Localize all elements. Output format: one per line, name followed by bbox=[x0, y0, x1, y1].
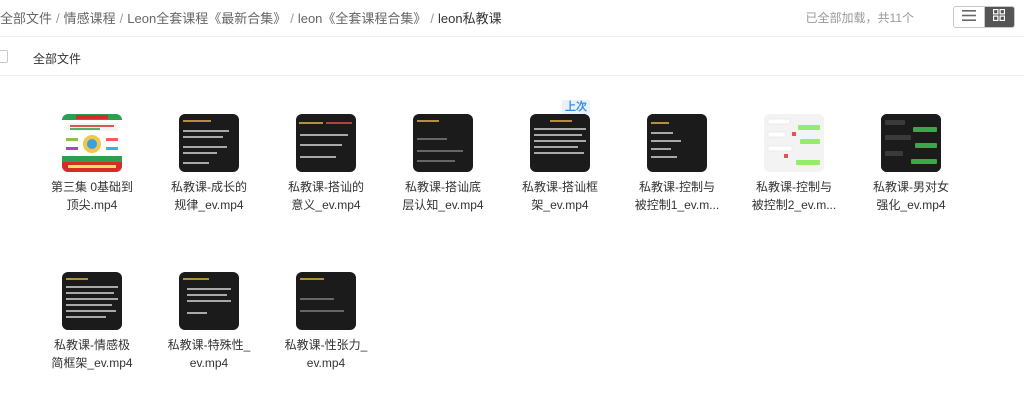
file-name-line: 私教课-情感极 bbox=[54, 338, 130, 352]
file-name-line: 私教课-男对女 bbox=[873, 180, 949, 194]
file-name-line: 被控制1_ev.m... bbox=[634, 198, 720, 212]
file-item[interactable]: 上次 私教课-搭讪框 架_ev.mp4 bbox=[506, 100, 614, 214]
file-name-line: 私教课-性张力_ bbox=[284, 338, 368, 352]
file-name-line: 强化_ev.mp4 bbox=[876, 198, 946, 212]
file-name-line: 顶尖.mp4 bbox=[66, 198, 118, 212]
file-name-line: 私教课-控制与 bbox=[756, 180, 832, 194]
file-name-line: 私教课-成长的 bbox=[171, 180, 247, 194]
file-name: 私教课-男对女 强化_ev.mp4 bbox=[857, 178, 965, 214]
video-thumbnail bbox=[179, 114, 239, 172]
file-item[interactable]: 私教课-控制与 被控制2_ev.m... bbox=[740, 114, 848, 214]
video-thumbnail bbox=[764, 114, 824, 172]
file-item[interactable]: 私教课-搭讪的 意义_ev.mp4 bbox=[272, 114, 380, 214]
video-thumbnail bbox=[296, 272, 356, 330]
file-item[interactable]: 私教课-性张力_ ev.mp4 bbox=[272, 272, 380, 372]
file-name-line: 私教课-搭讪的 bbox=[288, 180, 364, 194]
file-item[interactable]: 私教课-特殊性_ ev.mp4 bbox=[155, 272, 263, 372]
video-thumbnail bbox=[62, 272, 122, 330]
video-thumbnail bbox=[296, 114, 356, 172]
last-viewed-badge: 上次 bbox=[562, 100, 590, 114]
file-name: 私教课-搭讪底 层认知_ev.mp4 bbox=[389, 178, 497, 214]
video-thumbnail bbox=[647, 114, 707, 172]
file-name-line: 私教课-控制与 bbox=[639, 180, 715, 194]
file-name: 私教课-控制与 被控制2_ev.m... bbox=[740, 178, 848, 214]
file-name-line: 私教课-搭讪底 bbox=[405, 180, 481, 194]
video-thumbnail bbox=[62, 114, 122, 172]
file-name-line: 私教课-搭讪框 bbox=[522, 180, 598, 194]
file-name: 私教课-性张力_ ev.mp4 bbox=[272, 336, 380, 372]
file-item[interactable]: 第三集 0基础到 顶尖.mp4 bbox=[38, 114, 146, 214]
file-name-line: ev.mp4 bbox=[306, 356, 346, 370]
file-name: 私教课-控制与 被控制1_ev.m... bbox=[623, 178, 731, 214]
file-name-line: 架_ev.mp4 bbox=[531, 198, 589, 212]
file-name-line: ev.mp4 bbox=[189, 356, 229, 370]
file-name: 私教课-情感极 简框架_ev.mp4 bbox=[38, 336, 146, 372]
file-name: 私教课-搭讪的 意义_ev.mp4 bbox=[272, 178, 380, 214]
file-name: 私教课-特殊性_ ev.mp4 bbox=[155, 336, 263, 372]
file-name-line: 被控制2_ev.m... bbox=[751, 198, 837, 212]
file-name: 私教课-成长的 规律_ev.mp4 bbox=[155, 178, 263, 214]
file-item[interactable]: 私教课-男对女 强化_ev.mp4 bbox=[857, 114, 965, 214]
file-name-line: 第三集 0基础到 bbox=[50, 180, 133, 194]
file-grid: 第三集 0基础到 顶尖.mp4 私教课-成长的 规律_ev.mp4 私教课-搭讪… bbox=[0, 0, 1024, 400]
file-name: 私教课-搭讪框 架_ev.mp4 bbox=[506, 178, 614, 214]
file-item[interactable]: 私教课-控制与 被控制1_ev.m... bbox=[623, 114, 731, 214]
file-item[interactable]: 私教课-情感极 简框架_ev.mp4 bbox=[38, 272, 146, 372]
video-thumbnail bbox=[179, 272, 239, 330]
video-thumbnail bbox=[881, 114, 941, 172]
file-name-line: 简框架_ev.mp4 bbox=[51, 356, 133, 370]
file-item[interactable]: 私教课-成长的 规律_ev.mp4 bbox=[155, 114, 263, 214]
file-name-line: 私教课-特殊性_ bbox=[167, 338, 251, 352]
file-item[interactable]: 私教课-搭讪底 层认知_ev.mp4 bbox=[389, 114, 497, 214]
file-name: 第三集 0基础到 顶尖.mp4 bbox=[38, 178, 146, 214]
video-thumbnail bbox=[530, 114, 590, 172]
file-name-line: 意义_ev.mp4 bbox=[291, 198, 361, 212]
file-name-line: 层认知_ev.mp4 bbox=[402, 198, 484, 212]
file-name-line: 规律_ev.mp4 bbox=[174, 198, 244, 212]
video-thumbnail bbox=[413, 114, 473, 172]
